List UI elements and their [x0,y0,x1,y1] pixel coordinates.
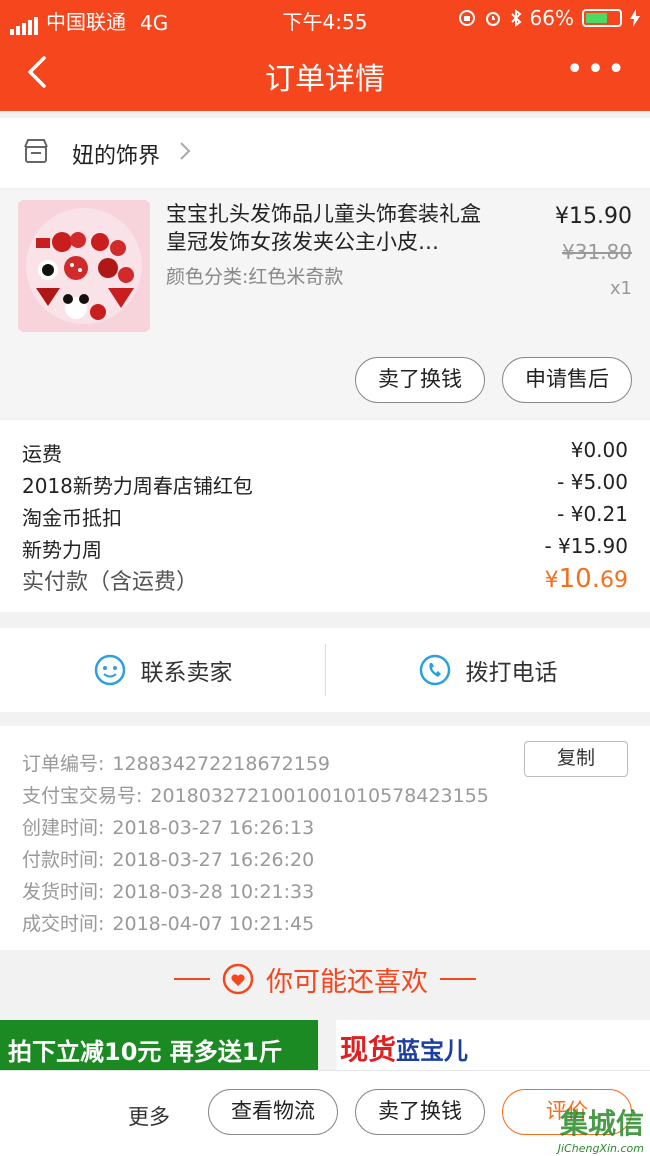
product-spec: 颜色分类:红色米奇款 [166,266,344,288]
request-after-sales-button[interactable]: 申请售后 [502,357,632,403]
decor-line [440,978,476,980]
more-actions-button[interactable]: 更多 [128,1101,170,1131]
call-phone-button[interactable]: 拨打电话 [325,628,650,712]
fee-row: 淘金币抵扣 - ¥0.21 [22,502,628,531]
recommend-title: 你可能还喜欢 [266,966,428,998]
total-value: ¥10.69 [545,564,628,596]
status-bar: 中国联通 4G 下午4:55 66% [0,0,650,36]
chat-smile-icon [94,654,125,686]
order-number-row: 订单编号: 128834272218672159 [22,749,330,776]
status-right: 66% [458,6,640,30]
fee-value: - ¥5.00 [557,470,628,494]
fee-label: 新势力周 [22,538,102,562]
chevron-right-icon [180,142,191,160]
page-title: 订单详情 [265,62,385,97]
product-thumbnail[interactable] [18,200,150,332]
shop-name[interactable]: 妞的饰界 [72,138,160,170]
product-quantity: x1 [609,278,632,299]
contact-seller-button[interactable]: 联系卖家 [0,628,325,712]
sell-for-cash-bottom-button[interactable]: 卖了换钱 [355,1089,485,1135]
fee-value: - ¥15.90 [544,534,628,558]
shipped-time: 2018-03-28 10:21:33 [112,881,315,903]
info-label: 付款时间: [22,849,105,871]
battery-percent: 66% [529,6,574,30]
fee-value: - ¥0.21 [557,502,628,526]
bluetooth-icon [510,9,522,27]
rotation-lock-icon [458,10,475,26]
promo-product: 蓝宝儿 [396,1037,469,1065]
created-time-row: 创建时间: 2018-03-27 16:26:13 [22,813,314,840]
alipay-trade-number: 2018032721001001010578423155 [150,785,489,807]
heart-icon [222,963,254,995]
battery-icon [582,9,622,27]
decor-line [174,978,210,980]
info-label: 支付宝交易号: [22,785,143,807]
total-integer: 10. [558,564,600,594]
more-options-icon[interactable]: ••• [566,55,628,85]
created-time: 2018-03-27 16:26:13 [112,817,315,839]
order-detail-screen: 中国联通 4G 下午4:55 66% 订单详情 ••• 妞的饰界 宝宝扎头发饰品… [0,0,650,1156]
info-label: 订单编号: [22,753,105,775]
info-label: 创建时间: [22,817,105,839]
call-phone-label: 拨打电话 [465,660,558,686]
fee-label: 2018新势力周春店铺红包 [22,474,253,498]
copy-button[interactable]: 复制 [524,741,628,777]
promo-tag: 现货 [340,1033,397,1066]
recommend-header: 你可能还喜欢 [0,950,650,1008]
bottom-action-bar: 更多 查看物流 卖了换钱 评价 [0,1070,650,1156]
fee-row: 运费 ¥0.00 [22,438,628,467]
shop-row[interactable]: 妞的饰界 [0,118,650,188]
watermark: 集城信 JiChengXin.com [558,1102,644,1155]
info-label: 发货时间: [22,881,105,903]
fee-row: 新势力周 - ¥15.90 [22,534,628,563]
view-logistics-button[interactable]: 查看物流 [208,1089,338,1135]
fee-value: ¥0.00 [570,438,628,462]
paid-time: 2018-03-27 16:26:20 [112,849,315,871]
fee-label: 淘金币抵扣 [22,506,122,530]
alarm-icon [485,12,500,26]
watermark-url: JiChengXin.com [557,1142,644,1155]
fee-row: 2018新势力周春店铺红包 - ¥5.00 [22,470,628,499]
navigation-bar: 订单详情 ••• [0,36,650,111]
total-label: 实付款（含运费） [22,570,199,595]
completed-time-row: 成交时间: 2018-04-07 10:21:45 [22,909,314,936]
fee-label: 运费 [22,442,62,466]
product-price: ¥15.90 [555,204,632,229]
order-number: 128834272218672159 [112,753,330,775]
shipped-time-row: 发货时间: 2018-03-28 10:21:33 [22,877,314,904]
contact-bar: 联系卖家 拨打电话 [0,628,650,712]
info-label: 成交时间: [22,913,105,935]
product-title[interactable]: 宝宝扎头发饰品儿童头饰套装礼盒皇冠发饰女孩发夹公主小皮… [166,200,496,256]
product-original-price: ¥31.80 [562,240,632,264]
total-currency: ¥ [544,568,559,593]
total-paid-row: 实付款（含运费） ¥10.69 [22,564,628,596]
shop-icon [24,139,48,163]
sell-for-cash-button[interactable]: 卖了换钱 [355,357,485,403]
product-image [18,200,150,332]
phone-icon [419,654,450,686]
charging-icon [630,9,640,27]
completed-time: 2018-04-07 10:21:45 [112,913,315,935]
alipay-trade-row: 支付宝交易号: 2018032721001001010578423155 [22,781,489,808]
watermark-logo: 集城信 [559,1107,644,1140]
paid-time-row: 付款时间: 2018-03-27 16:26:20 [22,845,314,872]
contact-seller-label: 联系卖家 [140,660,233,686]
total-decimal: 69 [600,568,628,593]
